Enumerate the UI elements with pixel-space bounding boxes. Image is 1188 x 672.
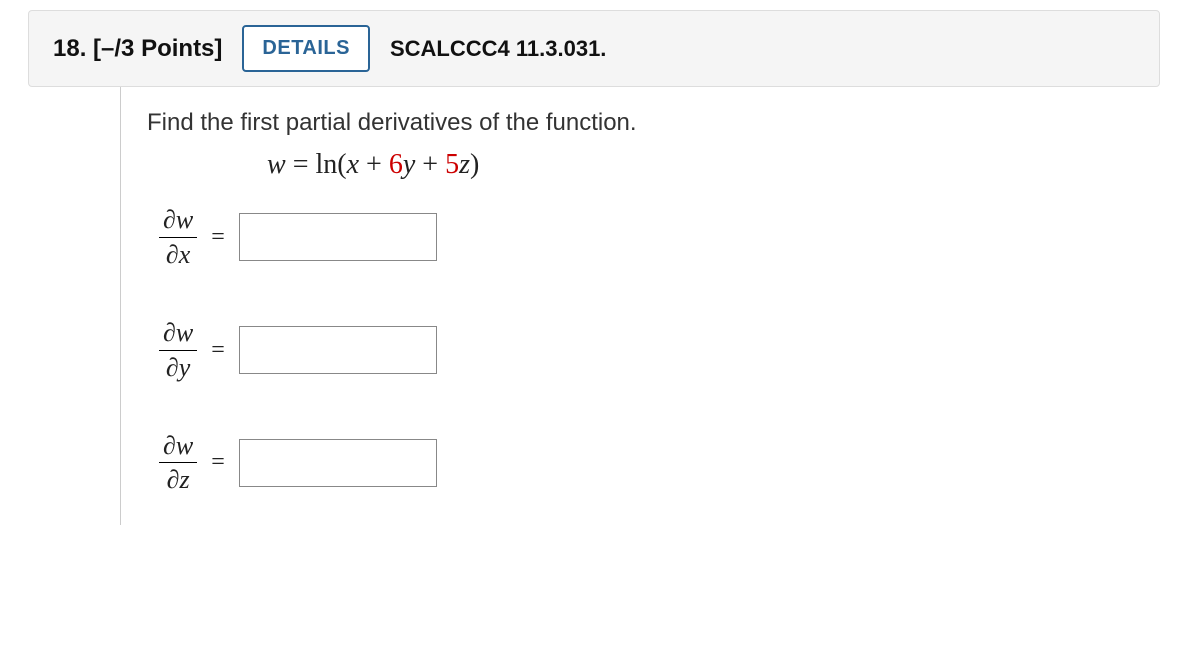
eq-z: z — [459, 149, 470, 180]
partial-dy-den: ∂y — [162, 351, 194, 383]
eq-five: 5 — [445, 149, 459, 180]
question-number: 18. [–/3 Points] — [53, 35, 222, 63]
partial-dx-input[interactable] — [239, 213, 437, 261]
partial-dy-row: ∂w ∂y = — [159, 318, 1188, 383]
partial-dy-label: ∂w ∂y — [159, 318, 197, 383]
question-content: Find the first partial derivatives of th… — [120, 87, 1188, 525]
question-points: [–/3 Points] — [93, 35, 222, 62]
partial-dz-den: ∂z — [163, 463, 194, 495]
partial-dz-row: ∂w ∂z = — [159, 431, 1188, 496]
partial-dz-label: ∂w ∂z — [159, 431, 197, 496]
eq-equals: = — [286, 149, 316, 180]
eq-y: y — [403, 149, 415, 180]
function-equation: w = ln(x + 6y + 5z) — [267, 149, 1188, 181]
partial-dy-eq: = — [211, 337, 225, 364]
eq-six: 6 — [389, 149, 403, 180]
eq-w: w — [267, 149, 286, 180]
eq-open: ( — [337, 149, 346, 180]
details-button[interactable]: DETAILS — [242, 25, 370, 72]
eq-ln: ln — [315, 149, 337, 180]
partial-dx-num: ∂w — [159, 205, 197, 238]
partial-dz-input[interactable] — [239, 439, 437, 487]
question-source: SCALCCC4 11.3.031. — [390, 36, 606, 62]
question-number-value: 18. — [53, 35, 86, 62]
eq-plus2: + — [415, 149, 445, 180]
partial-dy-input[interactable] — [239, 326, 437, 374]
partial-dx-eq: = — [211, 224, 225, 251]
eq-plus1: + — [359, 149, 389, 180]
partial-dx-label: ∂w ∂x — [159, 205, 197, 270]
eq-x: x — [347, 149, 359, 180]
partial-dz-num: ∂w — [159, 431, 197, 464]
partial-dx-den: ∂x — [162, 238, 194, 270]
eq-close: ) — [470, 149, 479, 180]
question-header: 18. [–/3 Points] DETAILS SCALCCC4 11.3.0… — [28, 10, 1160, 87]
partial-dx-row: ∂w ∂x = — [159, 205, 1188, 270]
question-prompt: Find the first partial derivatives of th… — [147, 109, 1188, 137]
partial-dz-eq: = — [211, 449, 225, 476]
partial-dy-num: ∂w — [159, 318, 197, 351]
